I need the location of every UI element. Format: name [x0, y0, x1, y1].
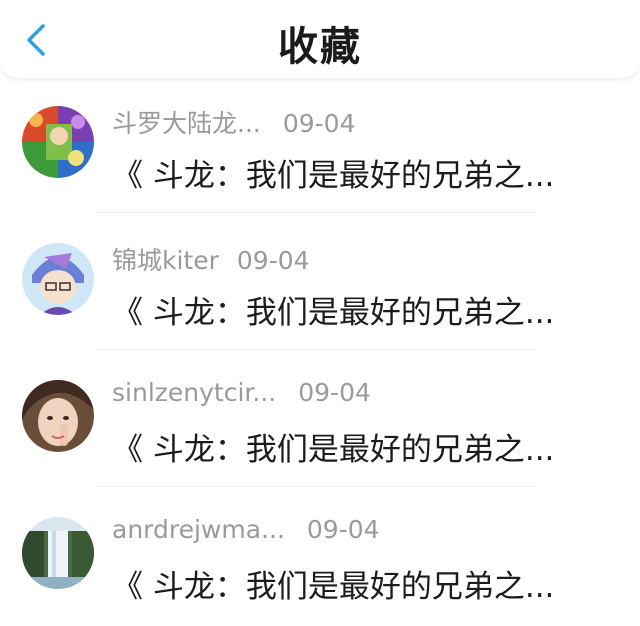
- top-bar: 收藏: [0, 0, 640, 78]
- waterfall-photo-avatar-image: [22, 517, 94, 589]
- list-item[interactable]: anrdrejwma... 09-04 《 斗龙：我们是最好的兄弟之...: [0, 489, 640, 626]
- author-name[interactable]: anrdrejwma...: [112, 515, 285, 544]
- author-name[interactable]: 斗罗大陆龙...: [112, 104, 261, 140]
- item-title[interactable]: 《 斗龙：我们是最好的兄弟之...: [112, 424, 612, 469]
- divider: [96, 349, 536, 350]
- divider: [96, 212, 536, 213]
- avatar[interactable]: [22, 517, 94, 589]
- list-item[interactable]: sinlzenytcir... 09-04 《 斗龙：我们是最好的兄弟之...: [0, 352, 640, 489]
- anime-collage-avatar-image: [22, 106, 94, 178]
- post-date: 09-04: [282, 109, 356, 138]
- favorites-list: 斗罗大陆龙... 09-04 《 斗龙：我们是最好的兄弟之... 锦城kiter 0…: [0, 78, 640, 626]
- author-name[interactable]: sinlzenytcir...: [112, 378, 276, 407]
- anime-character-avatar-image: [22, 243, 94, 315]
- avatar[interactable]: [22, 380, 94, 452]
- author-name[interactable]: 锦城kiter: [112, 241, 219, 277]
- item-meta: sinlzenytcir... 09-04: [112, 378, 371, 407]
- item-meta: 锦城kiter 09-04: [112, 241, 310, 277]
- avatar[interactable]: [22, 243, 94, 315]
- post-date: 09-04: [298, 378, 371, 407]
- list-item[interactable]: 锦城kiter 09-04 《 斗龙：我们是最好的兄弟之...: [0, 215, 640, 352]
- item-meta: anrdrejwma... 09-04: [112, 515, 380, 544]
- list-item[interactable]: 斗罗大陆龙... 09-04 《 斗龙：我们是最好的兄弟之...: [0, 78, 640, 215]
- avatar[interactable]: [22, 106, 94, 178]
- item-meta: 斗罗大陆龙... 09-04: [112, 104, 356, 140]
- page-title: 收藏: [278, 24, 362, 70]
- item-title[interactable]: 《 斗龙：我们是最好的兄弟之...: [112, 287, 612, 332]
- post-date: 09-04: [236, 246, 310, 275]
- post-date: 09-04: [306, 515, 380, 544]
- item-title[interactable]: 《 斗龙：我们是最好的兄弟之...: [112, 561, 612, 606]
- portrait-photo-avatar-image: [22, 380, 94, 452]
- divider: [96, 486, 536, 487]
- item-title[interactable]: 《 斗龙：我们是最好的兄弟之...: [112, 150, 612, 195]
